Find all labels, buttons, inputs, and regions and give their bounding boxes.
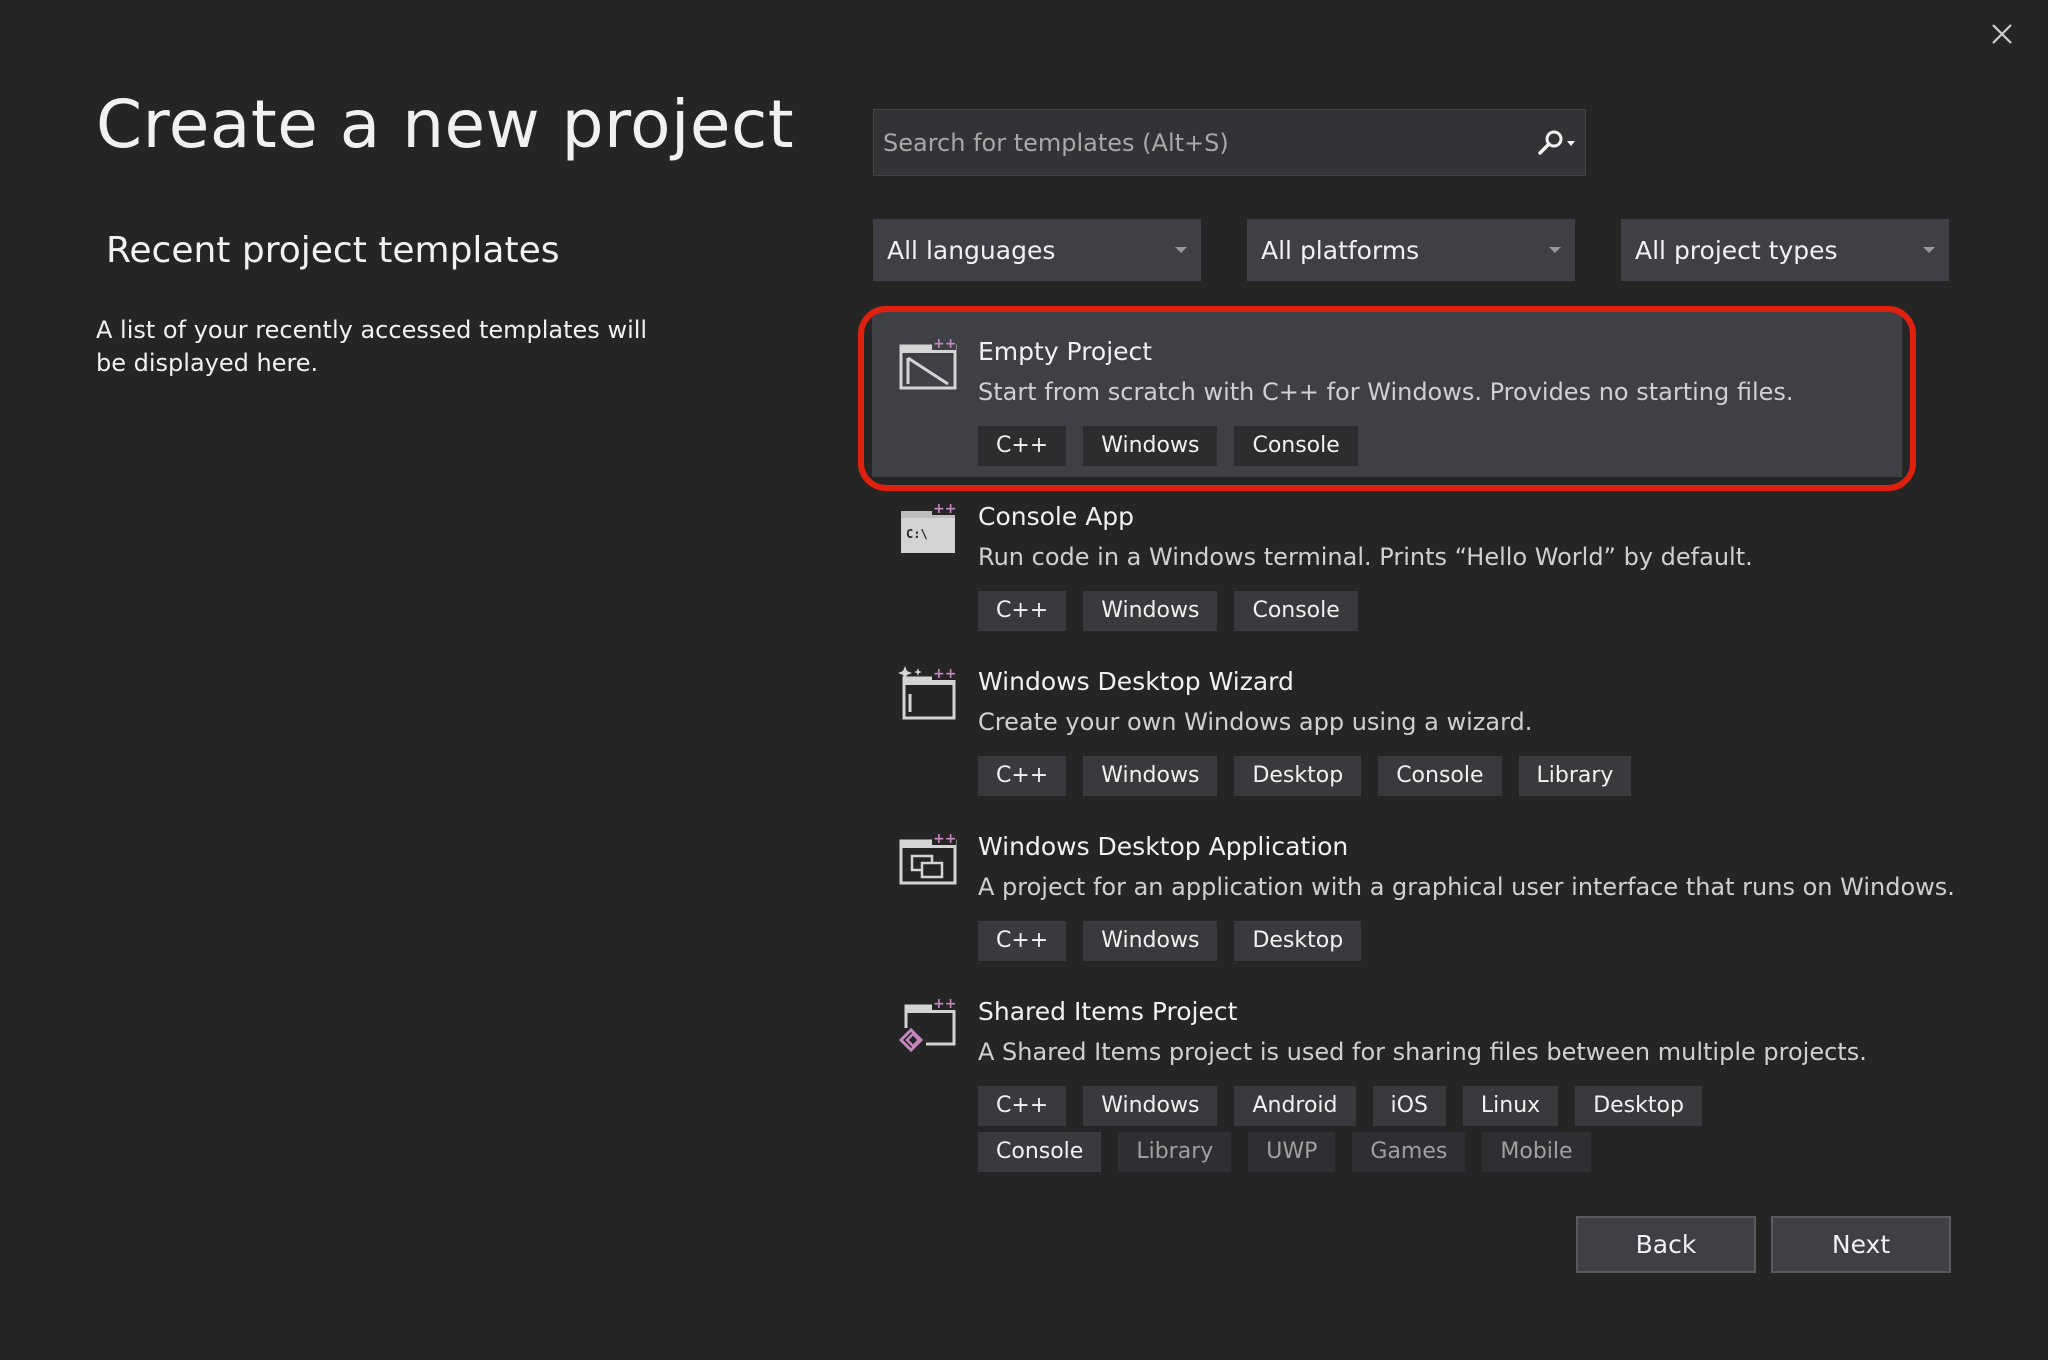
tag: Windows (1083, 921, 1218, 961)
template-search-input[interactable] (874, 110, 1525, 175)
tag: Android (1234, 1086, 1356, 1126)
shared-items-icon: ++ (898, 996, 956, 1054)
search-options-button[interactable] (1525, 110, 1585, 175)
chevron-down-icon (1549, 247, 1561, 253)
template-tags: C++ Windows Desktop (978, 921, 1828, 961)
template-windows-desktop-wizard[interactable]: ++ Windows Desktop Wizard Create your ow… (872, 642, 1902, 807)
tag: Console (1378, 756, 1502, 796)
platform-filter-label: All platforms (1261, 235, 1420, 265)
template-name: Empty Project (978, 337, 1153, 366)
template-windows-desktop-application[interactable]: ++ Windows Desktop Application A project… (872, 807, 1955, 972)
template-description: A project for an application with a grap… (978, 873, 1955, 901)
tag: Windows (1083, 756, 1218, 796)
chevron-down-icon (1175, 247, 1187, 253)
template-name: Windows Desktop Application (978, 832, 1349, 861)
svg-text:++: ++ (933, 336, 956, 352)
tag: C++ (978, 426, 1067, 466)
create-project-dialog: Create a new project Recent project temp… (0, 0, 2048, 1360)
template-shared-items-project[interactable]: ++ Shared Items Project A Shared Items p… (872, 972, 1902, 1182)
template-tags: C++ Windows Android iOS Linux Desktop Co… (978, 1086, 1828, 1172)
tag: C++ (978, 921, 1067, 961)
recent-templates-heading: Recent project templates (106, 230, 560, 271)
tag: Windows (1083, 426, 1218, 466)
wizard-icon: ++ (898, 666, 956, 720)
tag: C++ (978, 756, 1067, 796)
template-empty-project[interactable]: ++ Empty Project Start from scratch with… (872, 312, 1902, 477)
console-app-icon: C:\ ++ (901, 501, 956, 553)
tag: Windows (1083, 1086, 1218, 1126)
tag: Console (1234, 591, 1358, 631)
tag: Mobile (1482, 1132, 1591, 1172)
tag: Library (1118, 1132, 1232, 1172)
page-title: Create a new project (96, 86, 795, 163)
template-description: Create your own Windows app using a wiza… (978, 708, 1533, 736)
tag: Console (978, 1132, 1102, 1172)
tag: Windows (1083, 591, 1218, 631)
svg-text:++: ++ (933, 831, 956, 847)
template-search-box (873, 109, 1586, 176)
template-description: Run code in a Windows terminal. Prints “… (978, 543, 1753, 571)
template-tags: C++ Windows Console (978, 426, 1828, 466)
tag: UWP (1248, 1132, 1336, 1172)
recent-templates-empty-message: A list of your recently accessed templat… (96, 316, 648, 377)
tag: iOS (1372, 1086, 1446, 1126)
tag: Desktop (1575, 1086, 1702, 1126)
search-icon (1538, 130, 1575, 155)
template-tags: C++ Windows Console (978, 591, 1828, 631)
tag: Linux (1462, 1086, 1559, 1126)
template-list: ++ Empty Project Start from scratch with… (872, 312, 1955, 1182)
empty-project-icon: ++ (899, 336, 957, 390)
desktop-app-icon: ++ (899, 831, 957, 885)
project-type-filter-dropdown[interactable]: All project types (1621, 219, 1949, 281)
tag: Desktop (1234, 921, 1362, 961)
chevron-down-icon (1923, 247, 1935, 253)
platform-filter-dropdown[interactable]: All platforms (1247, 219, 1575, 281)
language-filter-dropdown[interactable]: All languages (873, 219, 1201, 281)
tag: Library (1518, 756, 1632, 796)
close-icon (1992, 24, 2012, 44)
tag: C++ (978, 591, 1067, 631)
language-filter-label: All languages (887, 235, 1056, 265)
template-name: Windows Desktop Wizard (978, 667, 1294, 696)
svg-text:++: ++ (933, 996, 956, 1012)
tag: Console (1234, 426, 1358, 466)
template-description: Start from scratch with C++ for Windows.… (978, 378, 1794, 406)
tag: C++ (978, 1086, 1067, 1126)
svg-text:++: ++ (933, 501, 956, 517)
console-icon-text: C:\ (906, 527, 928, 541)
template-console-app[interactable]: C:\ ++ Console App Run code in a Windows… (872, 477, 1902, 642)
template-tags: C++ Windows Desktop Console Library (978, 756, 1828, 796)
template-name: Console App (978, 502, 1135, 531)
svg-text:++: ++ (933, 666, 956, 682)
tag: Games (1352, 1132, 1466, 1172)
tag: Desktop (1234, 756, 1362, 796)
close-button[interactable] (1986, 18, 2018, 50)
project-type-filter-label: All project types (1635, 235, 1838, 265)
template-name: Shared Items Project (978, 997, 1238, 1026)
template-description: A Shared Items project is used for shari… (978, 1038, 1867, 1066)
back-button[interactable]: Back (1576, 1216, 1756, 1273)
next-button[interactable]: Next (1771, 1216, 1951, 1273)
